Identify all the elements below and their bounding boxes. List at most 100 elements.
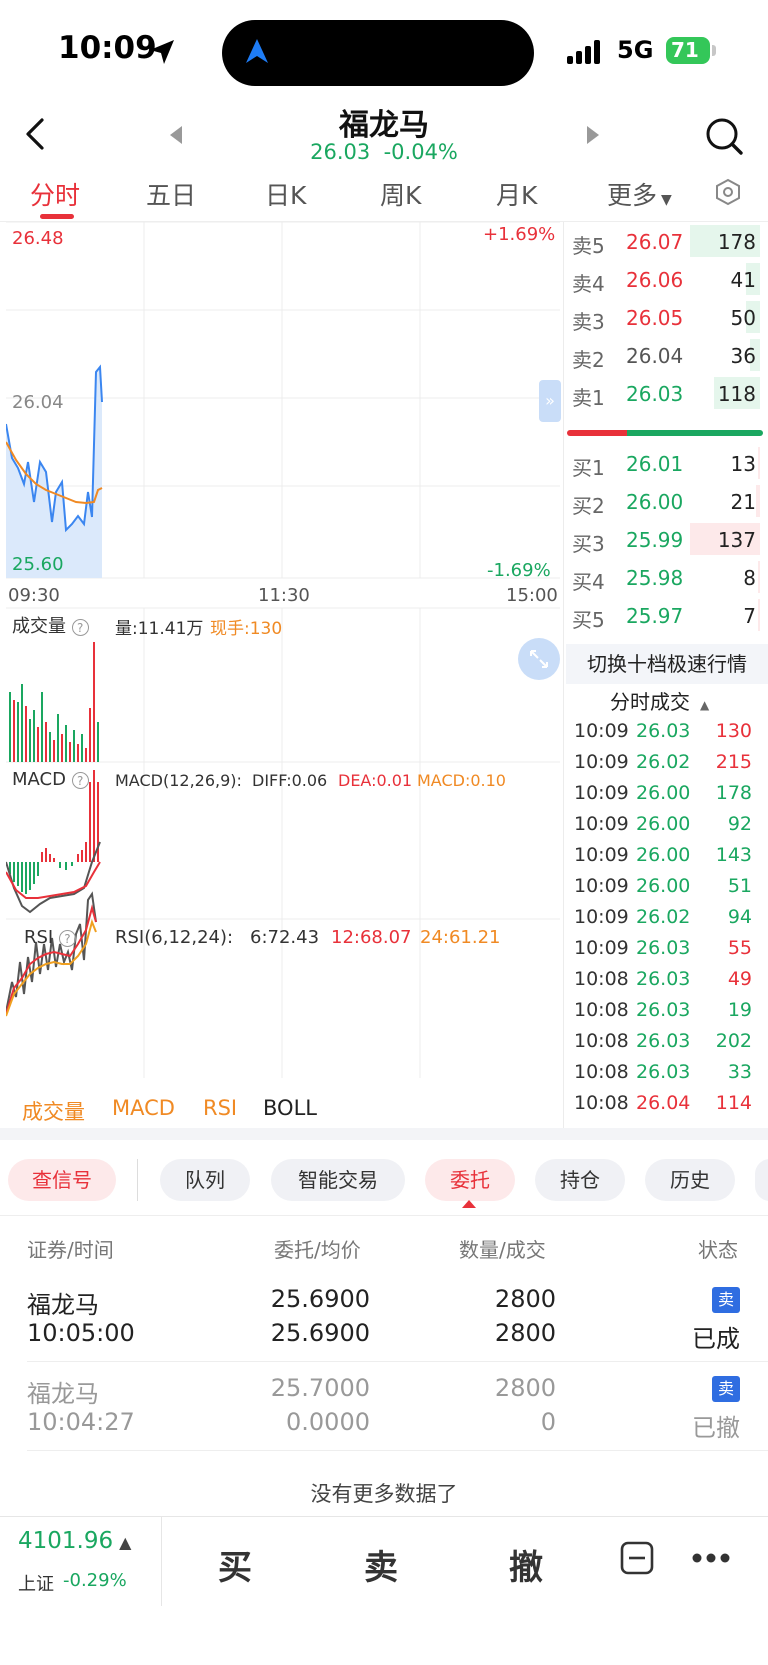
tick-time: 10:09 [574, 875, 629, 897]
row-divider [27, 1450, 768, 1451]
intraday-chart[interactable] [6, 222, 560, 1078]
ask-row[interactable]: 卖1 26.03 118 [572, 374, 762, 412]
order-time: 10:05:00 [27, 1319, 135, 1347]
tick-price: 26.00 [636, 782, 691, 804]
bid-row[interactable]: 买4 25.98 8 [572, 558, 762, 596]
sell-button[interactable]: 卖 [364, 1540, 398, 1589]
tick-time: 10:09 [574, 844, 629, 866]
more-icon[interactable] [691, 1551, 731, 1565]
fullscreen-button[interactable] [518, 638, 560, 680]
tick-volume: 202 [715, 1030, 752, 1052]
tick-row: 10:08 26.03 202 [574, 1026, 756, 1057]
tick-price: 26.02 [636, 906, 691, 928]
stock-title: 福龙马 [339, 108, 429, 143]
tick-row: 10:09 26.02 94 [574, 902, 756, 933]
tab-smart-trade[interactable]: 智能交易 [271, 1159, 405, 1201]
battery-icon: 71 [666, 37, 710, 64]
tick-volume: 33 [727, 1061, 752, 1083]
bid-row[interactable]: 买1 26.01 13 [572, 444, 762, 482]
active-tab-indicator [40, 214, 74, 219]
rsi6-value: 6:72.43 [250, 927, 320, 948]
indicator-volume[interactable]: 成交量 [22, 1096, 85, 1126]
indicator-rsi[interactable]: RSI [203, 1096, 237, 1120]
help-icon[interactable]: ? [71, 772, 89, 789]
ask-row[interactable]: 卖3 26.05 50 [572, 298, 762, 336]
battery-level: 71 [671, 38, 699, 62]
bid-row[interactable]: 买5 25.97 7 [572, 596, 762, 634]
active-tab-pointer [462, 1200, 476, 1208]
rsi12-line [6, 904, 97, 1015]
tick-price: 26.03 [636, 999, 691, 1021]
indicator-macd[interactable]: MACD [112, 1096, 175, 1120]
indicator-boll[interactable]: BOLL [263, 1096, 317, 1120]
rsi12-value: 12:68.07 [331, 927, 412, 948]
volume-title-text: 成交量 [12, 616, 66, 637]
tick-volume: 143 [715, 844, 752, 866]
cancel-button[interactable]: 撤 [509, 1540, 543, 1589]
order-filled: 0 [540, 1408, 556, 1436]
status-time: 10:09 [58, 30, 157, 66]
tab-queue[interactable]: 队列 [160, 1159, 250, 1201]
level-price: 25.97 [626, 604, 684, 628]
col-status: 状态 [698, 1238, 738, 1262]
level-price: 26.07 [626, 230, 684, 254]
level-volume: 50 [730, 306, 756, 330]
tick-volume: 215 [715, 751, 752, 773]
bid-row[interactable]: 买3 25.99 137 [572, 520, 762, 558]
price-change: -0.04% [383, 140, 458, 164]
tab-intraday[interactable]: 分时 [30, 176, 80, 212]
tick-time: 10:08 [574, 1030, 629, 1052]
search-icon[interactable] [704, 116, 744, 156]
tick-volume: 49 [727, 968, 752, 990]
rsi24-value: 24:61.21 [420, 927, 501, 948]
settings-hexagon-icon[interactable] [714, 178, 742, 206]
ask-row[interactable]: 卖4 26.06 41 [572, 260, 762, 298]
tab-daily-k[interactable]: 日K [265, 176, 306, 212]
level-volume: 13 [730, 452, 756, 476]
switch-ten-level-button[interactable]: 切换十档极速行情 [566, 644, 768, 684]
index-value-text: 4101.96 [18, 1528, 114, 1554]
caret-up-icon: ▲ [700, 698, 710, 712]
navigation-icon [246, 39, 268, 63]
tab-five-day[interactable]: 五日 [146, 176, 196, 212]
minimize-icon[interactable] [620, 1541, 654, 1575]
tick-price: 26.00 [636, 875, 691, 897]
tab-check-signal[interactable]: 查信号 [8, 1159, 116, 1201]
price-mid-label: 26.04 [12, 392, 64, 413]
tick-price: 26.03 [636, 1030, 691, 1052]
ask-row[interactable]: 卖2 26.04 36 [572, 336, 762, 374]
tab-history[interactable]: 历史 [645, 1159, 735, 1201]
tab-positions[interactable]: 持仓 [535, 1159, 625, 1201]
tick-time: 10:09 [574, 813, 629, 835]
expand-orderbook-toggle[interactable]: » [539, 380, 561, 422]
tick-time: 10:08 [574, 1061, 629, 1083]
tick-time: 10:09 [574, 937, 629, 959]
price-low-label: 25.60 [12, 554, 64, 575]
bid-row[interactable]: 买2 26.00 21 [572, 482, 762, 520]
tab-orders[interactable]: 委托 [425, 1159, 515, 1201]
tick-volume: 51 [727, 875, 752, 897]
time-mid: 11:30 [258, 585, 310, 606]
tab-more-label: 更多 [607, 181, 658, 210]
tick-price: 26.03 [636, 720, 691, 742]
order-row[interactable]: 福龙马 10:04:27 25.7000 0.0000 2800 0 卖 已撤 [0, 1364, 768, 1450]
panel-divider [563, 222, 564, 1132]
index-value[interactable]: 4101.96 ▲ [18, 1528, 131, 1554]
ask-row[interactable]: 卖5 26.07 178 [572, 222, 762, 260]
order-row[interactable]: 福龙马 10:05:00 25.6900 25.6900 2800 2800 卖… [0, 1275, 768, 1361]
tick-time: 10:09 [574, 782, 629, 804]
tab-monthly-k[interactable]: 月K [496, 176, 537, 212]
help-icon[interactable]: ? [58, 930, 76, 947]
tick-volume: 19 [727, 999, 752, 1021]
rsi-title: RSI ? [24, 927, 76, 948]
section-divider [0, 1128, 768, 1140]
help-icon[interactable]: ? [71, 619, 89, 636]
level-volume: 36 [730, 344, 756, 368]
buy-button[interactable]: 买 [218, 1540, 252, 1589]
tab-weekly-k[interactable]: 周K [380, 176, 421, 212]
tab-more[interactable]: 更多 ▼ [607, 176, 672, 212]
tick-row: 10:08 26.03 49 [574, 964, 756, 995]
tab-overflow[interactable] [755, 1159, 768, 1201]
macd-title: MACD ? [12, 769, 89, 790]
ticks-title[interactable]: 分时成交 ▲ [610, 686, 709, 715]
